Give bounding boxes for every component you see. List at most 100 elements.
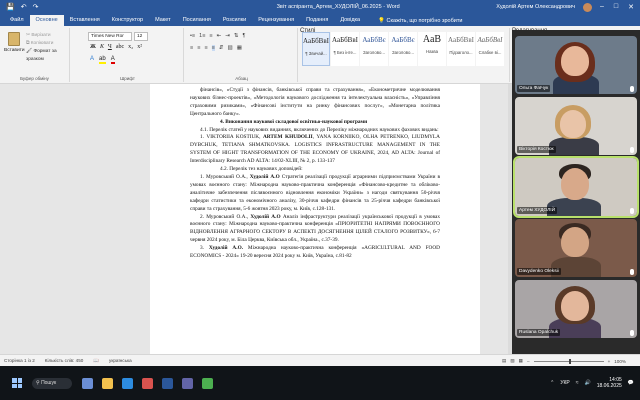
align-left-icon[interactable]: ≡	[190, 45, 193, 51]
paragraph[interactable]: 4.2. Перелік тез наукових доповідей:	[190, 166, 440, 174]
document-page[interactable]: фінансів», «Студії з фінансів, банківськ…	[150, 84, 480, 354]
web-layout-icon[interactable]: ▦	[519, 358, 523, 364]
notifications-icon[interactable]: 💬	[628, 380, 634, 386]
tab-references[interactable]: Посилання	[177, 15, 217, 26]
sort-icon[interactable]: ⇅	[234, 33, 239, 39]
multilevel-list-icon[interactable]: ≡	[209, 33, 212, 39]
print-layout-icon[interactable]: ▧	[510, 358, 514, 364]
participant-tile[interactable]: Davydenko Oleksii	[515, 219, 637, 277]
superscript-button[interactable]: x²	[137, 44, 142, 50]
tab-mailings[interactable]: Розсилки	[217, 15, 252, 26]
input-language[interactable]: УКР	[560, 380, 569, 386]
tab-help[interactable]: Довідка	[334, 15, 366, 26]
close-icon[interactable]: ✕	[628, 3, 634, 11]
tab-layout[interactable]: Макет	[149, 15, 177, 26]
paragraph[interactable]: 1. VIKTORIIA KOSTIUK, ARTEM KHUDOLII, YA…	[190, 134, 440, 166]
file-explorer-icon[interactable]	[102, 377, 113, 389]
zoom-level[interactable]: 100%	[614, 359, 626, 364]
wifi-icon[interactable]: ≈	[576, 380, 579, 386]
decrease-indent-icon[interactable]: ⇤	[217, 33, 222, 39]
document-area[interactable]: фінансів», «Студії з фінансів, банківськ…	[0, 84, 512, 354]
highlight-icon[interactable]: ab	[99, 56, 106, 64]
paragraph[interactable]: 3. Худолій А.О. Міжнародна науково-практ…	[190, 245, 440, 261]
tab-insert[interactable]: Вставлення	[64, 15, 106, 26]
volume-icon[interactable]: 🔊	[585, 380, 591, 386]
bold-button[interactable]: Ж	[90, 44, 96, 50]
borders-icon[interactable]: ▦	[237, 45, 242, 51]
clock[interactable]: 14:05 18.06.2025	[597, 377, 622, 389]
style-title[interactable]: АаВ Назва	[418, 32, 446, 66]
increase-indent-icon[interactable]: ⇥	[225, 33, 230, 39]
word-icon[interactable]	[162, 377, 173, 389]
account-name[interactable]: Худолій Артем Олександрович	[496, 4, 575, 10]
undo-icon[interactable]: ↶	[21, 3, 27, 11]
paragraph[interactable]: 1. Муровський О.А., Худолій А.О Стратегі…	[190, 174, 440, 214]
edge-icon[interactable]	[122, 377, 133, 389]
participant-tile-active[interactable]: Артем ХУДОЛІЙ	[513, 156, 639, 218]
paragraph[interactable]: 4.1. Перелік статей у наукових виданнях,…	[190, 127, 440, 135]
underline-button[interactable]: Ч	[108, 44, 112, 50]
style-normal[interactable]: АаБбВвІ ¶ Звичай...	[302, 32, 330, 66]
paragraph-group-label: Абзац	[235, 76, 248, 81]
pilcrow-icon[interactable]: ¶	[242, 33, 245, 39]
proofing-icon[interactable]: 📖	[93, 358, 99, 364]
teams-icon[interactable]	[182, 377, 193, 389]
account-avatar[interactable]	[582, 2, 592, 12]
tab-review[interactable]: Рецензування	[252, 15, 300, 26]
style-heading-1[interactable]: АаБбВє Заголово...	[360, 32, 388, 66]
strikethrough-button[interactable]: abc	[116, 44, 124, 50]
zoom-in-icon[interactable]: +	[608, 359, 611, 364]
page-count[interactable]: Сторінка 1 із 2	[4, 358, 35, 363]
align-center-icon[interactable]: ≡	[197, 45, 200, 51]
redo-icon[interactable]: ↷	[33, 3, 39, 11]
tell-me-search[interactable]: 💡 Скажіть, що потрібно зробити	[372, 16, 468, 26]
zoom-slider[interactable]	[533, 358, 604, 364]
mic-icon	[630, 208, 634, 214]
paragraph[interactable]: фінансів», «Студії з фінансів, банківськ…	[190, 87, 440, 119]
language-indicator[interactable]: українська	[109, 358, 132, 363]
save-icon[interactable]: 💾	[6, 3, 15, 11]
section-heading[interactable]: 4. Виконання наукової складової освітньо…	[190, 119, 440, 127]
font-name-select[interactable]: Times New Ror	[88, 32, 132, 41]
font-size-select[interactable]: 12	[134, 32, 148, 41]
style-heading-2[interactable]: АаБбВє Заголово...	[389, 32, 417, 66]
tab-file[interactable]: Файл	[4, 15, 30, 26]
zoom-slider-knob[interactable]	[568, 358, 571, 364]
app-icon[interactable]	[202, 377, 213, 389]
taskbar-search[interactable]: ⚲ Пошук	[32, 377, 72, 389]
format-painter-button[interactable]: 🖌 Формат за зразком	[26, 48, 69, 64]
read-mode-icon[interactable]: ▤	[502, 358, 506, 364]
participant-tile[interactable]: Ольга Фаїчук	[515, 36, 637, 94]
paste-button[interactable]: Вставити	[4, 32, 25, 60]
font-color-icon[interactable]: A	[110, 56, 115, 64]
numbering-icon[interactable]: 1≡	[199, 33, 205, 39]
tab-view[interactable]: Подання	[300, 15, 334, 26]
tab-design[interactable]: Конструктор	[106, 15, 149, 26]
justify-icon[interactable]: ≡	[211, 45, 215, 51]
word-count[interactable]: Кількість слів: 450	[45, 358, 84, 363]
copy-button[interactable]: ⧉ Копіювати	[26, 40, 69, 48]
cut-button[interactable]: ✂ Вирізати	[26, 32, 69, 40]
shading-icon[interactable]: ▧	[227, 45, 232, 51]
chevron-up-icon[interactable]: ⌃	[550, 380, 554, 386]
minimize-icon[interactable]: –	[600, 3, 604, 11]
subscript-button[interactable]: x₂	[128, 44, 133, 50]
zoom-out-icon[interactable]: –	[527, 359, 530, 364]
style-subtitle[interactable]: АаБбВвІ Підзаголо...	[447, 32, 475, 66]
style-no-spacing[interactable]: АаБбВвІ ¶ Без інте...	[331, 32, 359, 66]
text-effects-icon[interactable]: A	[90, 56, 94, 64]
maximize-icon[interactable]: □	[614, 3, 618, 11]
paragraph[interactable]: 2. Муровський О.А., Худолій А.О Аналіз і…	[190, 214, 440, 246]
participant-tile[interactable]: Вікторія Костюк	[515, 97, 637, 155]
style-subtle-emphasis[interactable]: АаБбВвІ Слабке ві...	[476, 32, 504, 66]
chrome-icon[interactable]	[142, 377, 153, 389]
italic-button[interactable]: К	[100, 44, 104, 50]
windows-start-icon[interactable]	[12, 378, 22, 388]
participant-tile[interactable]: Ruslana Opalchuk	[515, 280, 637, 338]
line-spacing-icon[interactable]: ⇵	[219, 45, 224, 51]
bullets-icon[interactable]: •≡	[190, 33, 195, 39]
tab-home[interactable]: Основне	[29, 15, 64, 26]
tell-me-label: Скажіть, що потрібно зробити	[386, 18, 463, 24]
align-right-icon[interactable]: ≡	[204, 45, 207, 51]
task-view-icon[interactable]	[82, 377, 93, 389]
